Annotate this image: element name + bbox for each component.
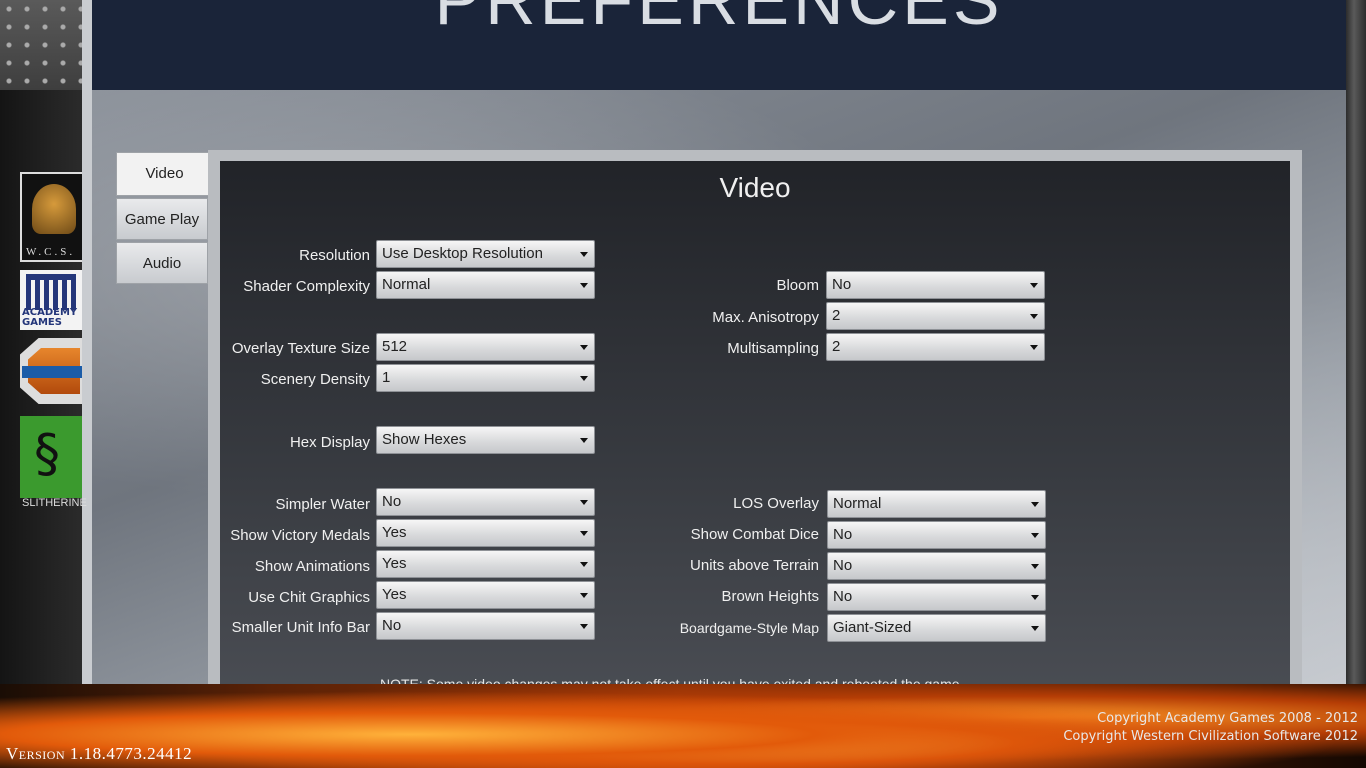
smaller-unit-info-bar-value: No	[382, 617, 402, 634]
scenery-density-label: Scenery Density	[260, 371, 370, 388]
multisampling-value: 2	[832, 338, 841, 355]
simpler-water-label: Simpler Water	[275, 496, 370, 513]
academy-logo-text: ACADEMY GAMES	[22, 307, 78, 328]
units-above-terrain-value: No	[833, 557, 853, 574]
chevron-down-icon	[580, 500, 588, 505]
shader-complexity-value: Normal	[382, 276, 431, 293]
matrix-games-logo[interactable]	[20, 338, 82, 404]
chevron-down-icon	[580, 438, 588, 443]
hex-display-dropdown[interactable]: Show Hexes	[376, 426, 595, 454]
chevron-down-icon	[1030, 345, 1038, 350]
show-animations-dropdown[interactable]: Yes	[376, 550, 595, 578]
shader-complexity-label: Shader Complexity	[243, 278, 370, 295]
show-combat-dice-label: Show Combat Dice	[690, 526, 819, 543]
shader-complexity-dropdown[interactable]: Normal	[376, 271, 595, 299]
riveted-plate	[0, 0, 82, 90]
max-anisotropy-label: Max. Anisotropy	[712, 309, 819, 326]
boardgame-style-map-dropdown[interactable]: Giant-Sized	[827, 614, 1046, 642]
chevron-down-icon	[1031, 626, 1039, 631]
show-victory-medals-value: Yes	[382, 524, 407, 541]
los-overlay-value: Normal	[833, 495, 882, 512]
show-combat-dice-value: No	[833, 526, 853, 543]
matrix-band	[22, 366, 82, 378]
brown-heights-dropdown[interactable]: No	[827, 583, 1046, 611]
show-combat-dice-dropdown[interactable]: No	[827, 521, 1046, 549]
wcs-logo-text: W.C.S.	[26, 246, 76, 258]
chevron-down-icon	[1031, 533, 1039, 538]
max-anisotropy-value: 2	[832, 307, 841, 324]
header-bar: PREFERENCES	[92, 0, 1346, 90]
use-chit-graphics-dropdown[interactable]: Yes	[376, 581, 595, 609]
los-overlay-dropdown[interactable]: Normal	[827, 490, 1046, 518]
brown-heights-value: No	[833, 588, 853, 605]
chevron-down-icon	[580, 593, 588, 598]
multisampling-dropdown[interactable]: 2	[826, 333, 1045, 361]
bloom-label: Bloom	[776, 277, 819, 294]
smaller-unit-info-bar-dropdown[interactable]: No	[376, 612, 595, 640]
los-overlay-label: LOS Overlay	[733, 495, 819, 512]
show-animations-value: Yes	[382, 555, 407, 572]
scenery-density-dropdown[interactable]: 1	[376, 364, 595, 392]
scenery-density-value: 1	[382, 369, 391, 386]
show-victory-medals-label: Show Victory Medals	[230, 527, 370, 544]
overlay-texture-size-value: 512	[382, 338, 408, 355]
show-victory-medals-dropdown[interactable]: Yes	[376, 519, 595, 547]
show-animations-label: Show Animations	[254, 558, 370, 575]
simpler-water-dropdown[interactable]: No	[376, 488, 595, 516]
copyright-academy: Copyright Academy Games 2008 - 2012	[1097, 711, 1358, 726]
max-anisotropy-dropdown[interactable]: 2	[826, 302, 1045, 330]
chevron-down-icon	[1031, 502, 1039, 507]
bloom-value: No	[832, 276, 852, 293]
copyright-wcs: Copyright Western Civilization Software …	[1063, 729, 1358, 744]
chevron-down-icon	[1031, 595, 1039, 600]
video-note: NOTE: Some video changes may not take ef…	[380, 676, 1080, 684]
chevron-down-icon	[580, 562, 588, 567]
units-above-terrain-dropdown[interactable]: No	[827, 552, 1046, 580]
academy-games-logo[interactable]: ACADEMY GAMES	[20, 270, 82, 330]
brown-heights-label: Brown Heights	[721, 588, 819, 605]
copyright-block: Copyright Academy Games 2008 - 2012 Copy…	[1063, 710, 1358, 746]
resolution-label: Resolution	[299, 247, 370, 264]
multisampling-label: Multisampling	[727, 340, 819, 357]
chevron-down-icon	[580, 283, 588, 288]
page-title: PREFERENCES	[434, 0, 1004, 39]
use-chit-graphics-value: Yes	[382, 586, 407, 603]
version-label: Version 1.18.4773.24412	[6, 744, 193, 763]
smaller-unit-info-bar-label: Smaller Unit Info Bar	[231, 619, 370, 636]
tab-video[interactable]: Video	[116, 152, 212, 196]
spartan-helmet-icon	[32, 184, 76, 234]
chevron-down-icon	[580, 531, 588, 536]
use-chit-graphics-label: Use Chit Graphics	[248, 589, 370, 606]
simpler-water-value: No	[382, 493, 402, 510]
preference-tabs: Video Game Play Audio	[116, 152, 212, 286]
units-above-terrain-label: Units above Terrain	[690, 557, 819, 574]
right-metal-strip	[1346, 0, 1366, 684]
video-note-text: NOTE: Some video changes may not take ef…	[380, 676, 964, 684]
tab-game-play[interactable]: Game Play	[116, 198, 208, 240]
chevron-down-icon	[580, 252, 588, 257]
lizard-icon: §	[34, 424, 60, 484]
hex-display-label: Hex Display	[289, 434, 370, 451]
hex-display-value: Show Hexes	[382, 431, 467, 448]
chevron-down-icon	[1031, 564, 1039, 569]
wcs-logo[interactable]: W.C.S.	[20, 172, 82, 262]
temple-icon	[26, 274, 76, 310]
panel-title: Video	[719, 172, 791, 203]
slitherine-logo-text: SLITHERINE	[22, 497, 87, 509]
chevron-down-icon	[1030, 314, 1038, 319]
boardgame-style-map-label: Boardgame-Style Map	[679, 620, 819, 636]
overlay-texture-size-dropdown[interactable]: 512	[376, 333, 595, 361]
boardgame-style-map-value: Giant-Sized	[833, 619, 912, 636]
chevron-down-icon	[580, 345, 588, 350]
overlay-texture-size-label: Overlay Texture Size	[231, 340, 370, 357]
chevron-down-icon	[580, 376, 588, 381]
slitherine-logo[interactable]: §	[20, 416, 82, 498]
chevron-down-icon	[1030, 283, 1038, 288]
resolution-value: Use Desktop Resolution	[382, 245, 543, 262]
bloom-dropdown[interactable]: No	[826, 271, 1045, 299]
chevron-down-icon	[580, 624, 588, 629]
resolution-dropdown[interactable]: Use Desktop Resolution	[376, 240, 595, 268]
